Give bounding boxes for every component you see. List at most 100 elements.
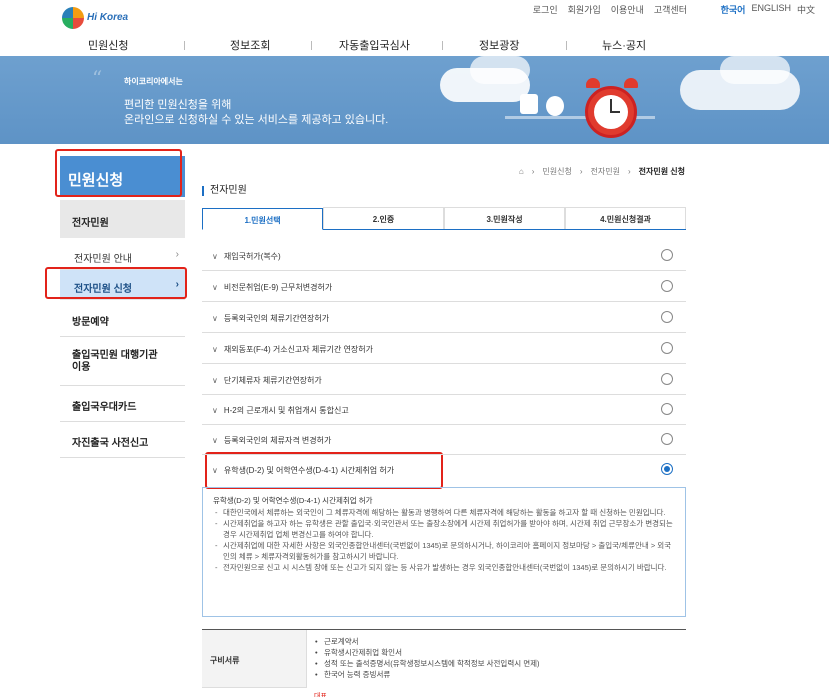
civil-description-box: 유학생(D-2) 및 어학연수생(D-4-1) 시간제취업 허가 대한민국에서 …: [202, 487, 686, 617]
sidebar-divider: [60, 457, 185, 458]
nav-info-square[interactable]: 정보광장: [479, 37, 519, 53]
lang-english[interactable]: ENGLISH: [751, 3, 791, 16]
plant-pot-icon: [520, 94, 538, 114]
chevron-down-icon: ∨: [212, 314, 218, 323]
civil-item-label: H-2의 근로개시 및 취업개시 통합신고: [223, 406, 349, 415]
lang-korean[interactable]: 한국어: [721, 3, 746, 16]
top-bar: Hi Korea 로그인 회원가입 이용안내 고객센터 한국어 ENGLISH …: [0, 0, 829, 30]
chevron-right-icon: ›: [175, 249, 179, 260]
nav-divider: [184, 41, 185, 50]
site-logo[interactable]: Hi Korea: [62, 7, 132, 29]
tab-authentication[interactable]: 2.인증: [323, 207, 444, 229]
documents-header: 구비서류: [202, 630, 307, 688]
breadcrumb-separator: ›: [531, 167, 535, 176]
sidebar-item-preferred-card[interactable]: 출입국우대카드: [60, 398, 185, 413]
required-documents-table: 구비서류 근로계약서 유학생시간제취업 확인서 성적 또는 출석증명서(유학생정…: [202, 629, 686, 697]
chevron-right-icon: ›: [175, 279, 179, 290]
civil-list-item[interactable]: ∨ 비전문취업(E-9) 근무처변경허가: [202, 271, 686, 302]
document-item: 근로계약서: [314, 636, 540, 647]
civil-item-radio-selected[interactable]: [661, 463, 673, 475]
civil-item-radio[interactable]: [661, 280, 673, 292]
main-nav: 민원신청 정보조회 자동출입국심사 정보광장 뉴스·공지: [0, 30, 829, 56]
civil-item-label: 재입국허가(복수): [223, 252, 281, 261]
description-title: 유학생(D-2) 및 어학연수생(D-4-1) 시간제취업 허가: [213, 496, 373, 505]
tab-write-civil[interactable]: 3.민원작성: [444, 207, 565, 229]
nav-news[interactable]: 뉴스·공지: [602, 37, 646, 53]
sidebar-item-e-civil-guide[interactable]: 전자민원 안내 ›: [60, 240, 185, 270]
chevron-down-icon: ∨: [212, 466, 218, 475]
sidebar-item-voluntary-departure[interactable]: 자진출국 사전신고: [60, 434, 185, 449]
document-item: 유학생시간제취업 확인서: [314, 647, 540, 658]
description-bullet: 시간제취업을 하고자 하는 유학생은 관할 출입국·외국인관서 또는 출장소장에…: [213, 518, 675, 540]
sidebar-divider: [60, 336, 185, 337]
plant-pot-icon: [546, 96, 564, 116]
description-bullet: 전자민원으로 신고 시 시스템 장애 또는 신고가 되지 않는 등 사유가 발생…: [213, 562, 675, 573]
section-title: 전자민원: [202, 186, 247, 196]
civil-list-item[interactable]: ∨ 등록외국인의 체류기간연장허가: [202, 302, 686, 333]
cloud-decoration: [470, 56, 530, 84]
nav-auto-immigration[interactable]: 자동출입국심사: [339, 37, 410, 53]
sidebar-item-label: 전자민원 신청: [74, 284, 132, 295]
civil-list-item[interactable]: ∨ 단기체류자 체류기간연장허가: [202, 364, 686, 395]
banner-line-2: 온라인으로 신청하실 수 있는 서비스를 제공하고 있습니다.: [124, 114, 389, 126]
civil-item-label: 등록외국인의 체류자격 변경허가: [223, 436, 332, 445]
civil-list-item[interactable]: ∨ 등록외국인의 체류자격 변경허가: [202, 424, 686, 455]
civil-item-label: 재외동포(F-4) 거소신고자 체류기간 연장허가: [223, 345, 373, 354]
nav-info-lookup[interactable]: 정보조회: [230, 37, 270, 53]
clock-bell-icon: [624, 78, 638, 88]
breadcrumb-separator: ›: [627, 167, 631, 176]
logo-text: Hi Korea: [87, 12, 129, 23]
lang-chinese[interactable]: 中文: [797, 3, 815, 16]
signup-link[interactable]: 회원가입: [568, 3, 601, 16]
civil-item-radio[interactable]: [661, 342, 673, 354]
sidebar-title: 민원신청: [60, 156, 185, 197]
chevron-down-icon: ∨: [212, 345, 218, 354]
description-bullet: 대한민국에서 체류하는 외국인이 그 체류자격에 해당하는 활동과 병행하여 다…: [213, 507, 675, 518]
breadcrumb-item[interactable]: 전자민원: [590, 166, 619, 177]
chevron-down-icon: ∨: [212, 406, 218, 415]
civil-item-radio[interactable]: [661, 433, 673, 445]
chevron-down-icon: ∨: [212, 252, 218, 261]
breadcrumb-item[interactable]: 민원신청: [542, 166, 571, 177]
sidebar-item-agency[interactable]: 출입국민원 대행기관 이용: [60, 350, 160, 374]
sidebar-item-e-civil-apply[interactable]: 전자민원 신청 ›: [60, 270, 185, 300]
civil-item-radio[interactable]: [661, 311, 673, 323]
home-icon[interactable]: ⌂: [519, 167, 524, 176]
customer-center-link[interactable]: 고객센터: [654, 3, 687, 16]
civil-list-item[interactable]: ∨ 재입국허가(복수): [202, 240, 686, 271]
civil-item-radio[interactable]: [661, 373, 673, 385]
civil-list-item[interactable]: ∨ 재외동포(F-4) 거소신고자 체류기간 연장허가: [202, 333, 686, 364]
chevron-down-icon: ∨: [212, 376, 218, 385]
guide-link[interactable]: 이용안내: [611, 3, 644, 16]
tab-result[interactable]: 4.민원신청결과: [565, 207, 686, 229]
banner-line-1: 편리한 민원신청을 위해: [124, 99, 232, 111]
civil-item-radio[interactable]: [661, 249, 673, 261]
civil-item-label: 유학생(D-2) 및 어학연수생(D-4-1) 시간제취업 허가: [223, 466, 395, 475]
step-tabs: 1.민원선택 2.인증 3.민원작성 4.민원신청결과: [202, 207, 686, 230]
civil-list-item[interactable]: ∨ H-2의 근로개시 및 취업개시 통합신고: [202, 394, 686, 425]
sidebar-item-visit-reservation[interactable]: 방문예약: [60, 313, 185, 328]
nav-divider: [442, 41, 443, 50]
logo-mark-icon: [62, 7, 84, 29]
clock-bell-icon: [586, 78, 600, 88]
civil-list-item-selected[interactable]: ∨ 유학생(D-2) 및 어학연수생(D-4-1) 시간제취업 허가: [202, 454, 686, 485]
alarm-clock-icon: [585, 86, 637, 138]
civil-item-radio[interactable]: [661, 403, 673, 415]
description-bullet: 시간제취업에 대한 자세한 사항은 외국인종합안내센터(국번없이 1345)로 …: [213, 540, 675, 562]
tab-select-civil[interactable]: 1.민원선택: [202, 208, 323, 230]
cloud-decoration: [720, 56, 790, 84]
civil-item-label: 비전문취업(E-9) 근무처변경허가: [223, 283, 333, 292]
documents-list: 근로계약서 유학생시간제취업 확인서 성적 또는 출석증명서(유학생정보시스템에…: [314, 636, 540, 680]
nav-divider: [566, 41, 567, 50]
nav-divider: [311, 41, 312, 50]
utility-nav: 로그인 회원가입 이용안내 고객센터: [533, 3, 687, 16]
sidebar-group-e-civil[interactable]: 전자민원: [60, 200, 185, 238]
sidebar-item-label: 전자민원 안내: [74, 254, 132, 265]
nav-civil-application[interactable]: 민원신청: [88, 37, 128, 53]
login-link[interactable]: 로그인: [533, 3, 558, 16]
civil-item-label: 단기체류자 체류기간연장허가: [223, 376, 322, 385]
language-nav: 한국어 ENGLISH 中文: [721, 3, 815, 16]
document-item: 성적 또는 출석증명서(유학생정보시스템에 학적정보 사전입력시 면제): [314, 658, 540, 669]
banner-small-text: 하이코리아에서는: [124, 77, 183, 86]
sidebar-divider: [60, 421, 185, 422]
